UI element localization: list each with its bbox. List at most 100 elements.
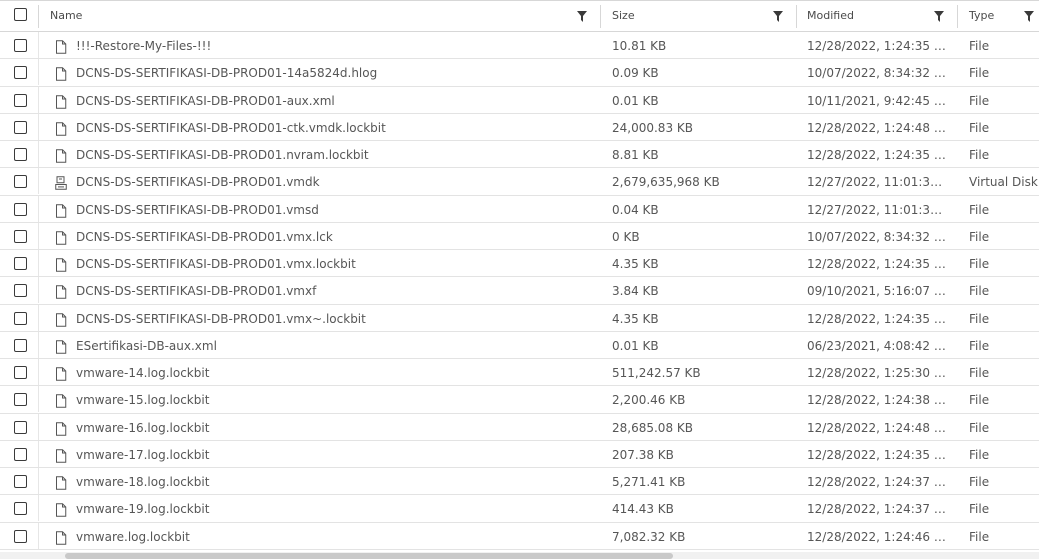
file-name[interactable]: DCNS-DS-SERTIFIKASI-DB-PROD01-ctk.vmdk.l…: [76, 114, 596, 140]
file-type: File: [969, 93, 990, 108]
file-modified: 06/23/2021, 4:08:42 P...: [807, 338, 947, 353]
row-checkbox[interactable]: [14, 311, 27, 325]
file-row[interactable]: DCNS-DS-SERTIFIKASI-DB-PROD01.vmx.lck 0 K…: [0, 222, 1039, 250]
file-name[interactable]: DCNS-DS-SERTIFIKASI-DB-PROD01.vmx.lck: [76, 223, 596, 249]
row-checkbox[interactable]: [14, 420, 27, 434]
file-row[interactable]: vmware-17.log.lockbit 207.38 KB 12/28/2022…: [0, 440, 1039, 468]
column-divider[interactable]: [600, 5, 601, 28]
file-row[interactable]: DCNS-DS-SERTIFIKASI-DB-PROD01.vmx~.lockb…: [0, 304, 1039, 332]
file-name[interactable]: vmware-15.log.lockbit: [76, 386, 596, 412]
file-row[interactable]: DCNS-DS-SERTIFIKASI-DB-PROD01.nvram.lock…: [0, 141, 1039, 169]
filter-icon-name[interactable]: [577, 11, 587, 22]
file-name[interactable]: DCNS-DS-SERTIFIKASI-DB-PROD01.vmsd: [76, 196, 596, 222]
file-name[interactable]: DCNS-DS-SERTIFIKASI-DB-PROD01.vmdk: [76, 168, 596, 194]
file-name[interactable]: DCNS-DS-SERTIFIKASI-DB-PROD01-aux.xml: [76, 87, 596, 113]
file-icon: [55, 393, 67, 408]
column-header-size[interactable]: Size: [612, 1, 635, 31]
file-row[interactable]: vmware-19.log.lockbit 414.43 KB 12/28/2022…: [0, 495, 1039, 523]
row-checkbox[interactable]: [14, 39, 27, 52]
row-checkbox[interactable]: [14, 475, 27, 488]
file-icon: [55, 39, 67, 54]
row-checkbox[interactable]: [14, 529, 27, 543]
row-divider: [38, 32, 39, 58]
horizontal-scrollbar-thumb[interactable]: [65, 553, 673, 559]
column-divider[interactable]: [957, 5, 958, 28]
file-modified: 10/07/2022, 8:34:32 A...: [807, 66, 947, 81]
row-checkbox[interactable]: [14, 120, 27, 134]
file-icon: [55, 121, 67, 136]
file-modified: 12/28/2022, 1:24:35 AM: [807, 39, 947, 53]
file-type: File: [969, 393, 990, 408]
file-type: File: [969, 366, 990, 380]
file-size: 7,082.32 KB: [612, 529, 686, 544]
file-row[interactable]: vmware.log.lockbit 7,082.32 KB 12/28/2022,…: [0, 522, 1039, 550]
column-header-type[interactable]: Type: [969, 1, 994, 31]
row-checkbox[interactable]: [14, 393, 27, 407]
file-size: 2,679,635,968 KB: [612, 175, 720, 190]
row-checkbox[interactable]: [14, 257, 27, 270]
row-checkbox[interactable]: [14, 284, 27, 298]
file-row[interactable]: DCNS-DS-SERTIFIKASI-DB-PROD01.vmdk 2,679,…: [0, 168, 1039, 196]
file-row[interactable]: DCNS-DS-SERTIFIKASI-DB-PROD01-ctk.vmdk.l…: [0, 113, 1039, 141]
file-row[interactable]: !!!-Restore-My-Files-!!! 10.81 KB 12/28/20…: [0, 32, 1039, 60]
row-checkbox[interactable]: [14, 229, 27, 243]
file-type: File: [969, 39, 990, 53]
file-row[interactable]: DCNS-DS-SERTIFIKASI-DB-PROD01-aux.xml 0.0…: [0, 86, 1039, 114]
file-name[interactable]: vmware-14.log.lockbit: [76, 359, 596, 385]
file-name[interactable]: DCNS-DS-SERTIFIKASI-DB-PROD01-14a5824d.h…: [76, 59, 596, 85]
file-icon: [55, 448, 67, 463]
file-size: 4.35 KB: [612, 311, 659, 326]
filter-icon-modified[interactable]: [934, 11, 944, 22]
row-divider: [38, 468, 39, 494]
file-row[interactable]: vmware-16.log.lockbit 28,685.08 KB 12/28/2…: [0, 413, 1039, 441]
file-row[interactable]: DCNS-DS-SERTIFIKASI-DB-PROD01.vmsd 0.04 K…: [0, 195, 1039, 223]
row-checkbox[interactable]: [14, 447, 27, 461]
file-name[interactable]: vmware-18.log.lockbit: [76, 468, 596, 494]
file-name[interactable]: DCNS-DS-SERTIFIKASI-DB-PROD01.vmx~.lockb…: [76, 305, 596, 331]
file-name[interactable]: vmware-17.log.lockbit: [76, 441, 596, 467]
filter-icon-size[interactable]: [773, 11, 783, 22]
file-size: 0.04 KB: [612, 202, 659, 217]
file-row[interactable]: DCNS-DS-SERTIFIKASI-DB-PROD01.vmx.lockbi…: [0, 250, 1039, 278]
file-icon: [55, 257, 67, 272]
file-row[interactable]: DCNS-DS-SERTIFIKASI-DB-PROD01-14a5824d.h…: [0, 59, 1039, 87]
file-icon: [55, 530, 67, 545]
file-name[interactable]: vmware-16.log.lockbit: [76, 414, 596, 440]
file-icon: [55, 230, 67, 245]
filter-icon-type[interactable]: [1024, 11, 1034, 22]
file-name[interactable]: vmware.log.lockbit: [76, 523, 596, 549]
row-checkbox[interactable]: [14, 338, 27, 352]
file-row[interactable]: vmware-15.log.lockbit 2,200.46 KB 12/28/20…: [0, 386, 1039, 414]
row-divider: [38, 86, 39, 113]
row-checkbox[interactable]: [14, 175, 27, 189]
row-checkbox[interactable]: [14, 202, 27, 216]
file-row[interactable]: DCNS-DS-SERTIFIKASI-DB-PROD01.vmxf 3.84 K…: [0, 277, 1039, 305]
file-name[interactable]: DCNS-DS-SERTIFIKASI-DB-PROD01.vmxf: [76, 277, 596, 303]
file-size: 8.81 KB: [612, 148, 659, 162]
file-modified: 10/11/2021, 9:42:45 PM: [807, 93, 947, 108]
file-row[interactable]: ESertifikasi-DB-aux.xml 0.01 KB 06/23/2021…: [0, 331, 1039, 359]
file-type: File: [969, 447, 990, 462]
column-divider[interactable]: [796, 5, 797, 28]
select-all-checkbox[interactable]: [14, 8, 27, 21]
column-header-modified[interactable]: Modified: [807, 1, 854, 31]
column-header-name[interactable]: Name: [50, 1, 82, 31]
row-divider: [38, 168, 39, 195]
file-modified: 12/28/2022, 1:24:37 AM: [807, 502, 947, 517]
file-row[interactable]: vmware-14.log.lockbit 511,242.57 KB 12/28/…: [0, 359, 1039, 387]
file-name[interactable]: DCNS-DS-SERTIFIKASI-DB-PROD01.vmx.lockbi…: [76, 250, 596, 276]
file-icon: [55, 66, 67, 81]
row-divider: [38, 304, 39, 331]
file-row[interactable]: vmware-18.log.lockbit 5,271.41 KB 12/28/20…: [0, 468, 1039, 496]
row-checkbox[interactable]: [14, 66, 27, 80]
file-name[interactable]: !!!-Restore-My-Files-!!!: [76, 32, 596, 58]
file-size: 511,242.57 KB: [612, 366, 701, 380]
file-icon: [55, 148, 67, 163]
row-checkbox[interactable]: [14, 93, 27, 107]
row-checkbox[interactable]: [14, 148, 27, 161]
file-name[interactable]: DCNS-DS-SERTIFIKASI-DB-PROD01.nvram.lock…: [76, 141, 596, 167]
file-name[interactable]: vmware-19.log.lockbit: [76, 495, 596, 521]
row-checkbox[interactable]: [14, 502, 27, 516]
file-name[interactable]: ESertifikasi-DB-aux.xml: [76, 332, 596, 358]
row-checkbox[interactable]: [14, 366, 27, 379]
